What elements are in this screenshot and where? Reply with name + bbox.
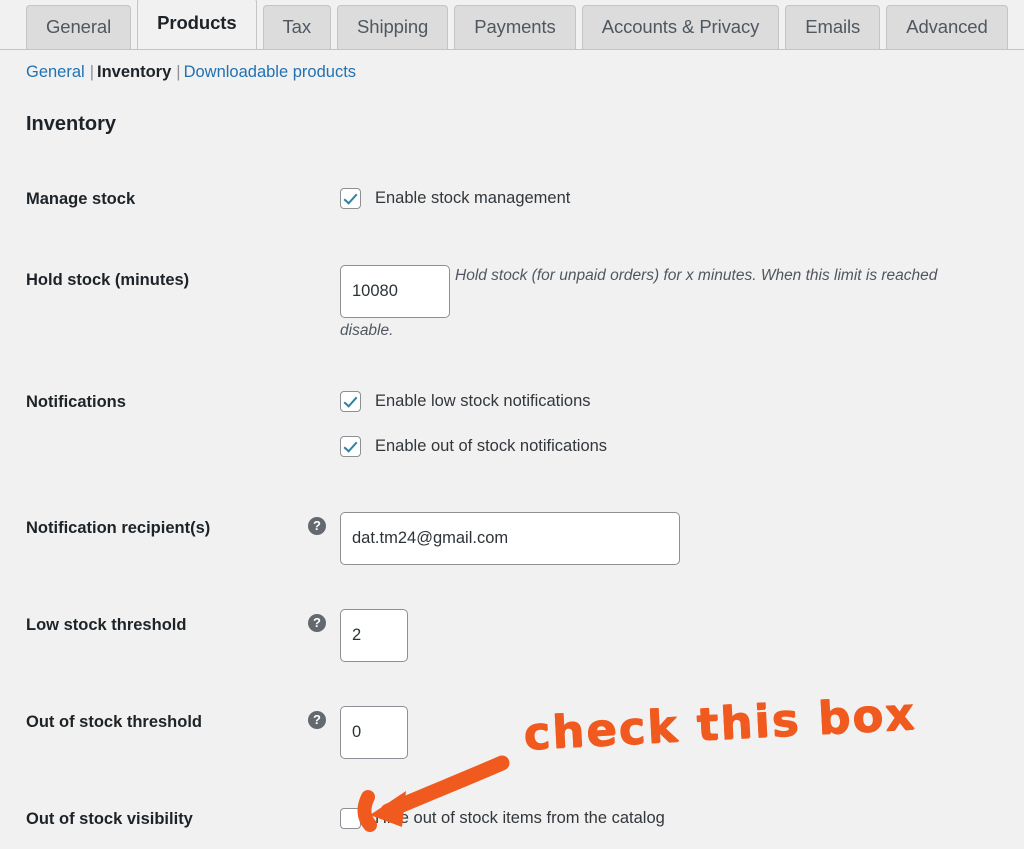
tab-general[interactable]: General [26, 5, 132, 49]
row-label-out-of-stock-threshold: Out of stock threshold [26, 713, 203, 731]
tab-emails[interactable]: Emails [785, 5, 881, 49]
field-out-of-stock-visibility: Hide out of stock items from the catalog [340, 808, 665, 829]
checkbox-enable-out-of-stock-notifications[interactable] [340, 436, 361, 457]
row-label-hold-stock: Hold stock (minutes) [26, 271, 190, 289]
subnav-separator-2: | [176, 63, 181, 81]
hold-stock-input[interactable] [340, 265, 450, 318]
tab-accounts-privacy[interactable]: Accounts & Privacy [581, 5, 780, 49]
help-icon-out-of-stock-threshold[interactable]: ? [308, 711, 326, 729]
subnav-link-downloadable-products[interactable]: Downloadable products [184, 63, 356, 81]
row-label-low-stock-threshold: Low stock threshold [26, 616, 187, 634]
checkbox-enable-low-stock-notifications[interactable] [340, 391, 361, 412]
tab-products[interactable]: Products [137, 0, 257, 49]
settings-tab-bar: General Products Tax Shipping Payments A… [0, 0, 1024, 50]
tab-payments[interactable]: Payments [454, 5, 576, 49]
subnav-link-general[interactable]: General [26, 63, 85, 81]
tab-advanced[interactable]: Advanced [886, 5, 1008, 49]
checkbox-label-enable-stock-management: Enable stock management [375, 189, 571, 207]
checkbox-enable-stock-management[interactable] [340, 188, 361, 209]
tab-tax[interactable]: Tax [262, 5, 332, 49]
row-label-notifications: Notifications [26, 393, 126, 411]
row-label-out-of-stock-visibility: Out of stock visibility [26, 810, 193, 828]
row-label-manage-stock: Manage stock [26, 190, 136, 208]
page-title: Inventory [26, 113, 117, 135]
hold-stock-description: Hold stock (for unpaid orders) for x min… [455, 267, 938, 284]
low-stock-threshold-input[interactable] [340, 609, 408, 662]
checkbox-hide-out-of-stock-items[interactable] [340, 808, 361, 829]
checkbox-label-hide-out-of-stock-items: Hide out of stock items from the catalog [375, 809, 665, 827]
subnav-link-inventory[interactable]: Inventory [97, 63, 171, 81]
help-icon-low-stock-threshold[interactable]: ? [308, 614, 326, 632]
help-icon-notification-recipients[interactable]: ? [308, 517, 326, 535]
subnav-separator-1: | [89, 63, 94, 81]
field-notifications: Enable low stock notifications Enable ou… [340, 391, 607, 457]
out-of-stock-threshold-input[interactable] [340, 706, 408, 759]
checkbox-label-enable-out-of-stock-notifications: Enable out of stock notifications [375, 437, 608, 455]
field-manage-stock: Enable stock management [340, 188, 570, 209]
row-label-notification-recipients: Notification recipient(s) [26, 519, 211, 537]
subnav: General | Inventory | Downloadable products [26, 63, 356, 82]
annotation-check-this-box-text: check this box [521, 686, 918, 761]
tab-shipping[interactable]: Shipping [337, 5, 449, 49]
notification-recipients-input[interactable] [340, 512, 680, 565]
checkbox-label-enable-low-stock-notifications: Enable low stock notifications [375, 392, 591, 410]
hold-stock-description-line2: disable. [340, 322, 394, 339]
